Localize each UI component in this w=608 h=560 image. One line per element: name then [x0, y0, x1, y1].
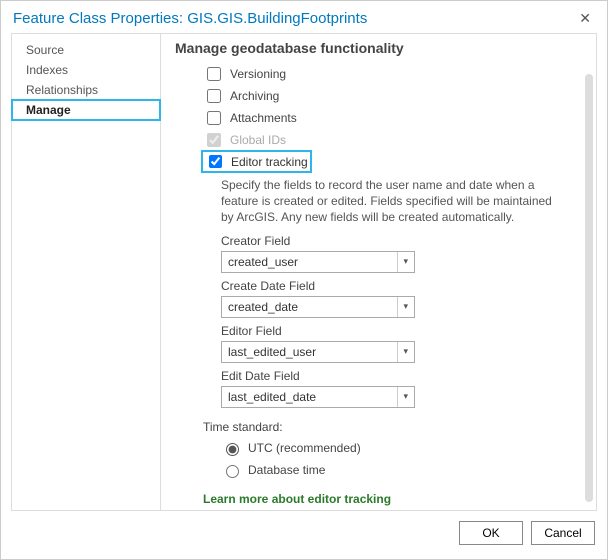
checkbox-editor-tracking[interactable] [209, 155, 222, 168]
scrollbar-vertical[interactable] [585, 74, 593, 502]
radio-input-utc[interactable] [226, 443, 239, 456]
chevron-down-icon: ▾ [397, 252, 408, 272]
check-label: Global IDs [230, 133, 286, 147]
ok-button[interactable]: OK [459, 521, 523, 545]
sidebar-item-relationships[interactable]: Relationships [12, 80, 160, 100]
chevron-down-icon: ▾ [397, 342, 408, 362]
combo-creator-field[interactable]: created_user ▾ [221, 251, 415, 273]
sidebar: Source Indexes Relationships Manage [11, 33, 161, 511]
learn-more-link[interactable]: Learn more about editor tracking [203, 492, 582, 506]
combo-value: last_edited_user [228, 345, 316, 359]
button-bar: OK Cancel [1, 511, 607, 555]
sidebar-item-indexes[interactable]: Indexes [12, 60, 160, 80]
radio-utc[interactable]: UTC (recommended) [221, 440, 582, 456]
sidebar-item-manage[interactable]: Manage [12, 100, 160, 120]
checkbox-archiving[interactable] [207, 89, 221, 103]
check-label: Attachments [230, 111, 297, 125]
check-label: Versioning [230, 67, 286, 81]
chevron-down-icon: ▾ [397, 297, 408, 317]
field-group-creator: Creator Field created_user ▾ [221, 234, 582, 273]
radio-database-time[interactable]: Database time [221, 462, 582, 478]
check-attachments[interactable]: Attachments [203, 108, 582, 128]
window-title: Feature Class Properties: GIS.GIS.Buildi… [13, 10, 367, 27]
field-group-create-date: Create Date Field created_date ▾ [221, 279, 582, 318]
time-standard-label: Time standard: [203, 420, 582, 434]
check-archiving[interactable]: Archiving [203, 86, 582, 106]
field-label: Edit Date Field [221, 369, 582, 383]
combo-value: created_user [228, 255, 298, 269]
check-label: Editor tracking [231, 155, 308, 169]
check-versioning[interactable]: Versioning [203, 64, 582, 84]
radio-input-db[interactable] [226, 465, 239, 478]
check-editor-tracking[interactable]: Editor tracking [203, 152, 310, 171]
editor-tracking-description: Specify the fields to record the user na… [221, 177, 564, 226]
field-group-editor: Editor Field last_edited_user ▾ [221, 324, 582, 363]
dialog-body: Source Indexes Relationships Manage Mana… [1, 33, 607, 511]
cancel-button[interactable]: Cancel [531, 521, 595, 545]
checkbox-attachments[interactable] [207, 111, 221, 125]
chevron-down-icon: ▾ [397, 387, 408, 407]
combo-editor-field[interactable]: last_edited_user ▾ [221, 341, 415, 363]
title-bar: Feature Class Properties: GIS.GIS.Buildi… [1, 1, 607, 33]
combo-create-date-field[interactable]: created_date ▾ [221, 296, 415, 318]
field-label: Creator Field [221, 234, 582, 248]
check-global-ids: Global IDs [203, 130, 582, 150]
main-panel: Manage geodatabase functionality Version… [161, 33, 597, 511]
checkbox-global-ids [207, 133, 221, 147]
combo-value: created_date [228, 300, 298, 314]
close-icon[interactable]: ✕ [573, 8, 597, 29]
section-title: Manage geodatabase functionality [175, 40, 582, 56]
field-group-edit-date: Edit Date Field last_edited_date ▾ [221, 369, 582, 408]
check-label: Archiving [230, 89, 279, 103]
sidebar-item-source[interactable]: Source [12, 40, 160, 60]
radio-label: UTC (recommended) [248, 441, 361, 455]
radio-label: Database time [248, 463, 325, 477]
combo-edit-date-field[interactable]: last_edited_date ▾ [221, 386, 415, 408]
checkbox-versioning[interactable] [207, 67, 221, 81]
field-label: Create Date Field [221, 279, 582, 293]
field-label: Editor Field [221, 324, 582, 338]
combo-value: last_edited_date [228, 390, 316, 404]
